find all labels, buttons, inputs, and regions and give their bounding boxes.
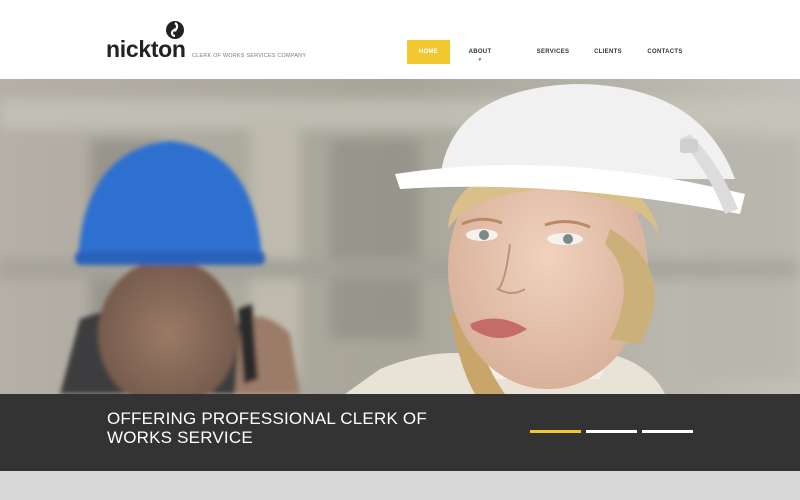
slider-dot-2[interactable]	[586, 430, 637, 433]
nav-item-label: CONTACTS	[647, 49, 683, 55]
hero-image	[0, 79, 800, 394]
nav-item-label: SERVICES	[536, 49, 570, 55]
nav-item-home[interactable]: HOME	[407, 40, 450, 64]
nav-item-clients[interactable]: CLIENTS	[583, 40, 633, 64]
logo[interactable]: nickton CLERK OF WORKS SERVICES COMPANY	[106, 20, 306, 64]
nav-item-contacts[interactable]: CONTACTS	[633, 40, 697, 64]
nav-item-label: CLIENTS	[594, 49, 622, 55]
nav-item-label: ABOUT	[468, 49, 492, 55]
hero-caption: OFFERING PROFESSIONAL CLERK OF WORKS SER…	[107, 409, 427, 447]
content-area-top	[0, 471, 800, 500]
nav-item-about[interactable]: ABOUT ▾	[450, 40, 510, 64]
slider-dot-3[interactable]	[642, 430, 693, 433]
logo-tagline: CLERK OF WORKS SERVICES COMPANY	[192, 53, 307, 59]
slider-pagination	[530, 430, 698, 433]
nav-item-label: HOME	[418, 49, 439, 55]
site-header: nickton CLERK OF WORKS SERVICES COMPANY …	[0, 0, 800, 79]
hero-slider	[0, 79, 800, 394]
main-nav: HOME ABOUT ▾ SERVICES CLIENTS CONTACTS	[407, 40, 697, 64]
nav-item-services[interactable]: SERVICES	[523, 40, 583, 64]
hero-caption-band: OFFERING PROFESSIONAL CLERK OF WORKS SER…	[0, 394, 800, 471]
slider-dot-1[interactable]	[530, 430, 581, 433]
chevron-down-icon: ▾	[478, 57, 482, 63]
logo-text: nickton	[106, 36, 186, 62]
